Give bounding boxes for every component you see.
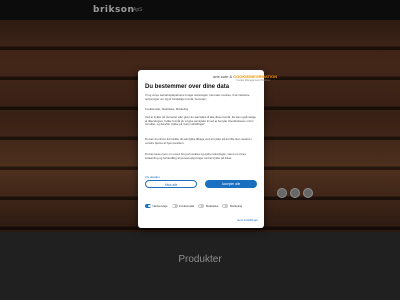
- toggle-switch-necessary[interactable]: [145, 204, 151, 208]
- accept-all-button[interactable]: Accepter alle: [205, 180, 257, 188]
- toggle-switch-functional[interactable]: [171, 204, 178, 208]
- dialog-paragraph-withdraw: Du kan til enhver tid trække dit samtykk…: [145, 137, 252, 145]
- toggle-label-functional: Funktionelle: [179, 204, 195, 208]
- toggle-marketing[interactable]: Marketing: [222, 204, 242, 208]
- brand-ampersand: &: [229, 74, 233, 79]
- toggle-necessary[interactable]: Nødvendige: [145, 204, 168, 208]
- consent-toggles: Nødvendige Funktionelle Statistiske Mark…: [145, 204, 242, 208]
- brand-subtitle: Cookie Management Platform: [236, 79, 271, 82]
- save-settings-link[interactable]: Gem indstillinger: [237, 218, 258, 222]
- deny-all-button[interactable]: Afvis alle: [145, 180, 197, 188]
- dialog-title: Du bestemmer over dine data: [145, 84, 230, 90]
- dialog-paragraph-purposes: Funktionelle, Statistiske, Marketing: [145, 107, 189, 111]
- toggle-statistics[interactable]: Statistiske: [198, 204, 218, 208]
- show-details-link[interactable]: Vis detaljer: [145, 175, 160, 179]
- brand-prefix: one.com: [213, 74, 229, 79]
- toggle-label-necessary: Nødvendige: [152, 204, 168, 208]
- dialog-paragraph-accept-info: Ved at trykke på 'Accepter alle' giver d…: [145, 115, 256, 127]
- toggle-label-statistics: Statistiske: [205, 204, 219, 208]
- toggle-label-marketing: Marketing: [229, 204, 243, 208]
- toggle-switch-marketing[interactable]: [222, 204, 229, 208]
- toggle-functional[interactable]: Funktionelle: [171, 204, 195, 208]
- cookie-consent-dialog: one.com & COOKIEINFORMATION Cookie Manag…: [138, 70, 277, 228]
- dialog-paragraph-intro: Vi og vores samarbejdspartnere bruger te…: [145, 93, 250, 101]
- dialog-paragraph-more-info: Du kan læse mere om vores brug af cookie…: [145, 152, 246, 160]
- toggle-switch-statistics[interactable]: [198, 204, 205, 208]
